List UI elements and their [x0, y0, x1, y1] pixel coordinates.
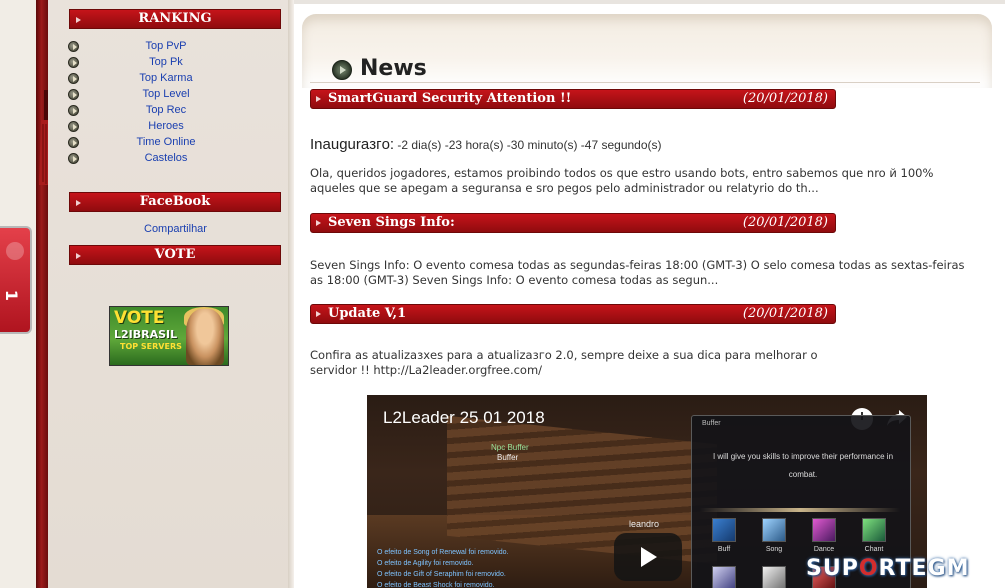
banner-character-icon: [186, 309, 224, 365]
news-post-date: (20/01/2018): [742, 215, 828, 230]
suportegm-watermark: SUPORTEGM: [806, 556, 969, 581]
ranking-item-top-karma[interactable]: Top Karma: [66, 71, 286, 87]
video-title: L2Leader 25 01 2018: [383, 408, 545, 427]
skill-label: Buff: [717, 546, 731, 553]
news-post-title: Seven Sings Info:: [328, 215, 455, 230]
vote-banner-brand: L2IBRASIL: [114, 328, 178, 341]
news-post-body-3: Confira as atualizaзхes para a atualizaз…: [310, 348, 818, 377]
chat-line: O efeito de Beast Shock foi removido.: [377, 582, 495, 588]
ranking-item-label: Top Karma: [139, 72, 193, 84]
facebook-share-link[interactable]: Compartilhar: [144, 223, 207, 235]
news-post-header-1[interactable]: SmartGuard Security Attention !! (20/01/…: [310, 89, 836, 109]
ranking-item-label: Top Level: [142, 88, 190, 100]
ranking-item-label: Top PvP: [145, 40, 187, 52]
ranking-item-top-level[interactable]: Top Level: [66, 87, 286, 103]
ranking-item-label: Heroes: [148, 120, 184, 132]
play-button-icon[interactable]: [614, 533, 682, 581]
news-post-title: SmartGuard Security Attention !!: [328, 91, 572, 106]
panel-text: I will give you skills to improve their …: [712, 452, 894, 479]
skill-label: Song: [765, 546, 783, 553]
vote-banner-word: VOTE: [114, 308, 165, 328]
news-post-body-1: Ola, queridos jogadores, estamos proibin…: [310, 166, 934, 195]
skill-buff-icon: [712, 518, 736, 542]
news-bullet-icon: [332, 60, 352, 80]
floating-side-tab[interactable]: 1: [0, 226, 32, 334]
chat-line: O efeito de Agility foi removido.: [377, 560, 474, 567]
skill-row2-icon: [762, 566, 786, 588]
countdown-label: Inauguraзгo:: [310, 136, 395, 153]
countdown: Inauguraзгo: -2 dia(s) -23 hora(s) -30 m…: [310, 136, 662, 153]
player-name: leandro: [629, 519, 660, 529]
main-content: News SmartGuard Security Attention !! (2…: [294, 0, 1005, 588]
ranking-item-time-online[interactable]: Time Online: [66, 135, 286, 151]
ranking-item-castelos[interactable]: Castelos: [66, 151, 286, 167]
title-divider: [310, 82, 980, 83]
skill-song-icon: [762, 518, 786, 542]
ranking-list: Top PvP Top Pk Top Karma Top Level Top R…: [66, 39, 286, 167]
skill-label: Chant: [864, 546, 884, 553]
ranking-item-heroes[interactable]: Heroes: [66, 119, 286, 135]
side-tab-number: 1: [2, 289, 22, 302]
vote-banner[interactable]: VOTE L2IBRASIL TOP SERVERS: [109, 306, 229, 366]
news-post-date: (20/01/2018): [742, 306, 828, 321]
npc-tag: Npc Buffer: [491, 443, 529, 452]
sidebar: RANKING Top PvP Top Pk Top Karma Top Lev…: [48, 0, 288, 588]
facebook-header: FaceBook: [69, 192, 281, 212]
news-post-date: (20/01/2018): [742, 91, 828, 106]
panel-title: Buffer: [702, 420, 721, 427]
skill-row2-icon: [712, 566, 736, 588]
skill-label: Dance: [813, 546, 835, 553]
vote-banner-subtitle: TOP SERVERS: [120, 342, 182, 351]
news-post-header-2[interactable]: Seven Sings Info: (20/01/2018): [310, 213, 836, 233]
watermark-suffix: RTEGM: [878, 556, 970, 581]
decorative-pillar: [36, 0, 48, 588]
countdown-value: -2 dia(s) -23 hora(s) -30 minuto(s) -47 …: [397, 138, 662, 152]
chat-line: O efeito de Song of Renewal foi removido…: [377, 549, 509, 556]
skill-dance-icon: [812, 518, 836, 542]
ranking-item-label: Castelos: [144, 152, 188, 164]
news-post-title: Update V,1: [328, 306, 407, 321]
game-chat-log: O efeito de Song of Renewal foi removido…: [377, 547, 509, 588]
ranking-item-label: Top Rec: [145, 104, 187, 116]
vote-header: VOTE: [69, 245, 281, 265]
ranking-item-label: Time Online: [136, 136, 196, 148]
panel-ornament: [700, 508, 900, 512]
ranking-item-top-rec[interactable]: Top Rec: [66, 103, 286, 119]
watermark-o: O: [858, 556, 879, 581]
news-post-header-3[interactable]: Update V,1 (20/01/2018): [310, 304, 836, 324]
ranking-header: RANKING: [69, 9, 281, 29]
top-border: [294, 0, 1005, 4]
npc-name: Buffer: [497, 453, 519, 462]
watermark-prefix: SUP: [806, 556, 859, 581]
ranking-item-label: Top Pk: [149, 56, 183, 68]
news-post-body-2: Seven Sings Info: O evento comesa todas …: [310, 258, 965, 287]
page-title: News: [360, 56, 427, 81]
skill-chant-icon: [862, 518, 886, 542]
side-tab-arrow-icon: [6, 242, 24, 260]
chat-line: O efeito de Gift of Seraphim foi removid…: [377, 571, 506, 578]
ranking-item-top-pk[interactable]: Top Pk: [66, 55, 286, 71]
ranking-item-top-pvp[interactable]: Top PvP: [66, 39, 286, 55]
